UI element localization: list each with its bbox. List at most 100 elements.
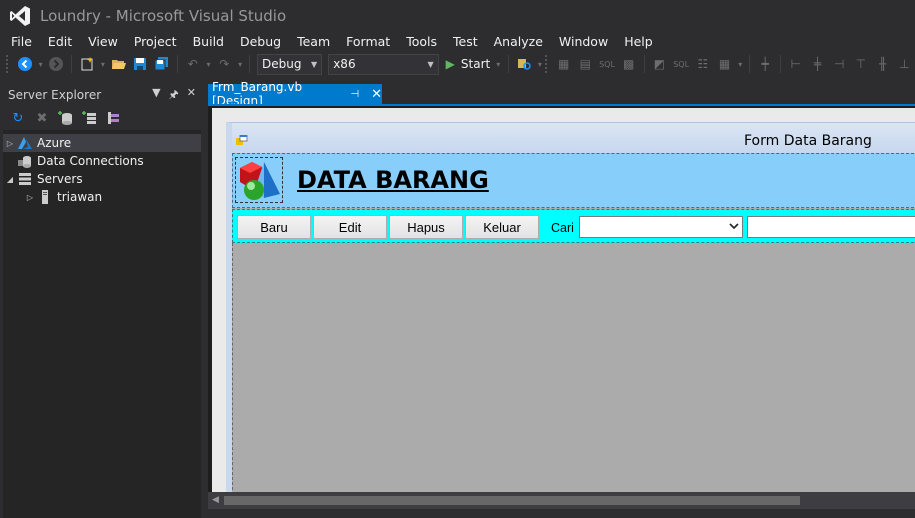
data-grid[interactable] xyxy=(232,243,915,495)
menu-analyze[interactable]: Analyze xyxy=(486,34,551,49)
tree-item-triawan[interactable]: ▷ triawan xyxy=(3,188,201,206)
tree-item-data-connections[interactable]: Data Connections xyxy=(3,152,201,170)
toolbar-grip[interactable] xyxy=(6,55,10,73)
solution-configuration-value: Debug xyxy=(262,57,302,71)
server-explorer-header: Server Explorer ▼ 🖈 ✕ xyxy=(3,84,201,106)
menu-format[interactable]: Format xyxy=(338,34,398,49)
dropdown-arrow-icon[interactable]: ▾ xyxy=(99,54,107,74)
sql-pane-icon[interactable]: SQL xyxy=(671,54,691,74)
server-explorer-tree: ▷ Azure Data Connections ◢ Servers ▷ tri… xyxy=(3,130,201,206)
align-to-grid-icon[interactable]: ┿ xyxy=(755,54,775,74)
align-centers-icon[interactable]: ╪ xyxy=(808,54,828,74)
align-rights-icon[interactable]: ⊣ xyxy=(829,54,849,74)
button-panel[interactable]: Baru Edit Hapus Keluar Cari xyxy=(232,209,915,243)
menu-team[interactable]: Team xyxy=(289,34,338,49)
hapus-button[interactable]: Hapus xyxy=(389,215,463,239)
new-project-icon[interactable] xyxy=(77,54,97,74)
tab-frm-barang-design[interactable]: Frm_Barang.vb [Design] ⊣ ✕ xyxy=(208,80,382,108)
toolbar-grip[interactable] xyxy=(544,55,549,73)
horizontal-scrollbar[interactable]: ◀ xyxy=(208,492,915,509)
menu-project[interactable]: Project xyxy=(126,34,185,49)
menu-debug[interactable]: Debug xyxy=(232,34,289,49)
show-diagram-icon[interactable]: ◩ xyxy=(650,54,670,74)
expand-arrow-icon[interactable]: ▷ xyxy=(3,139,17,148)
start-debugging-button[interactable]: ▶ Start ▾ xyxy=(446,57,501,71)
standard-toolbar: ▾ ▾ ↶ ▾ ↷ ▾ Debug ▼ x86 ▼ ▶ Start ▾ ▾ ▦ … xyxy=(0,51,915,77)
toolbar-separator xyxy=(71,55,73,73)
forward-icon[interactable] xyxy=(47,54,67,74)
visual-studio-logo-icon xyxy=(10,6,30,26)
keluar-button[interactable]: Keluar xyxy=(465,215,539,239)
collapse-arrow-icon[interactable]: ◢ xyxy=(3,175,17,184)
scroll-left-icon[interactable]: ◀ xyxy=(212,495,219,505)
toolbar-separator xyxy=(779,55,781,73)
logo-picturebox[interactable] xyxy=(235,157,283,203)
search-field-combobox[interactable] xyxy=(579,216,743,238)
header-panel[interactable]: DATA BARANG xyxy=(232,153,915,208)
dropdown-arrow-icon[interactable]: ▾ xyxy=(736,54,744,74)
menu-view[interactable]: View xyxy=(80,34,126,49)
redo-icon[interactable]: ↷ xyxy=(214,54,234,74)
solution-configuration-dropdown[interactable]: Debug ▼ xyxy=(257,53,323,75)
menu-file[interactable]: File xyxy=(3,34,40,49)
sharepoint-connection-icon[interactable] xyxy=(105,109,123,127)
form-preview[interactable]: Form Data Barang DATA BARANG Baru Edit H… xyxy=(226,122,915,495)
back-icon[interactable] xyxy=(15,54,35,74)
tree-item-label: Servers xyxy=(37,172,83,186)
results-pane-icon[interactable]: ☷ xyxy=(693,54,713,74)
toolbar-separator xyxy=(176,55,178,73)
tree-item-azure[interactable]: ▷ Azure xyxy=(3,134,201,152)
menu-edit[interactable]: Edit xyxy=(40,34,80,49)
designer-surface: Form Data Barang DATA BARANG Baru Edit H… xyxy=(208,106,915,518)
menu-tools[interactable]: Tools xyxy=(398,34,445,49)
pin-icon[interactable]: 🖈 xyxy=(169,86,179,105)
menu-help[interactable]: Help xyxy=(616,34,661,49)
dropdown-arrow-icon[interactable]: ▾ xyxy=(37,54,45,74)
save-all-icon[interactable] xyxy=(152,54,172,74)
close-icon[interactable]: ✕ xyxy=(371,87,382,102)
solution-platform-dropdown[interactable]: x86 ▼ xyxy=(328,53,439,75)
title-bar: Loundry - Microsoft Visual Studio xyxy=(0,0,915,32)
tree-item-servers[interactable]: ◢ Servers xyxy=(3,170,201,188)
close-icon[interactable]: ✕ xyxy=(187,86,196,105)
grid-layout-icon[interactable]: ▦ xyxy=(715,54,735,74)
connect-to-database-icon[interactable] xyxy=(57,109,75,127)
open-file-icon[interactable] xyxy=(109,54,129,74)
table-icon[interactable]: ▤ xyxy=(575,54,595,74)
window-position-chevron-icon[interactable]: ▼ xyxy=(152,86,160,105)
dropdown-arrow-icon[interactable]: ▾ xyxy=(536,54,544,74)
refresh-icon[interactable]: ↻ xyxy=(9,109,27,127)
product-logo-icon xyxy=(240,162,280,200)
menu-test[interactable]: Test xyxy=(445,34,486,49)
dropdown-arrow-icon[interactable]: ▾ xyxy=(236,54,244,74)
grid-pane-icon[interactable]: ▩ xyxy=(619,54,639,74)
sql-icon[interactable]: SQL xyxy=(597,54,617,74)
edit-button[interactable]: Edit xyxy=(313,215,387,239)
align-tops-icon[interactable]: ⊤ xyxy=(851,54,871,74)
data-connections-icon xyxy=(17,154,33,168)
save-icon[interactable] xyxy=(131,54,151,74)
toolbar-separator xyxy=(249,55,251,73)
panel-title: Server Explorer xyxy=(8,88,102,102)
search-label: Cari xyxy=(551,221,574,235)
expand-arrow-icon[interactable]: ▷ xyxy=(23,193,37,202)
find-in-files-icon[interactable] xyxy=(514,54,534,74)
align-lefts-icon[interactable]: ⊢ xyxy=(786,54,806,74)
align-bottoms-icon[interactable]: ⊥ xyxy=(894,54,914,74)
chevron-down-icon: ▼ xyxy=(427,59,434,69)
query-designer-icon[interactable]: ▦ xyxy=(554,54,574,74)
pin-icon[interactable]: ⊣ xyxy=(350,89,359,100)
baru-button[interactable]: Baru xyxy=(237,215,311,239)
menu-window[interactable]: Window xyxy=(551,34,616,49)
connect-to-server-icon[interactable] xyxy=(81,109,99,127)
dropdown-arrow-icon[interactable]: ▾ xyxy=(205,54,213,74)
window-title: Loundry - Microsoft Visual Studio xyxy=(40,7,287,25)
search-input[interactable] xyxy=(747,216,915,238)
undo-icon[interactable]: ↶ xyxy=(183,54,203,74)
stop-icon[interactable]: ✖ xyxy=(33,109,51,127)
tree-item-label: triawan xyxy=(57,190,103,204)
menu-build[interactable]: Build xyxy=(185,34,232,49)
scrollbar-thumb[interactable] xyxy=(224,496,800,505)
align-middles-icon[interactable]: ╫ xyxy=(873,54,893,74)
tree-item-label: Azure xyxy=(37,136,72,150)
